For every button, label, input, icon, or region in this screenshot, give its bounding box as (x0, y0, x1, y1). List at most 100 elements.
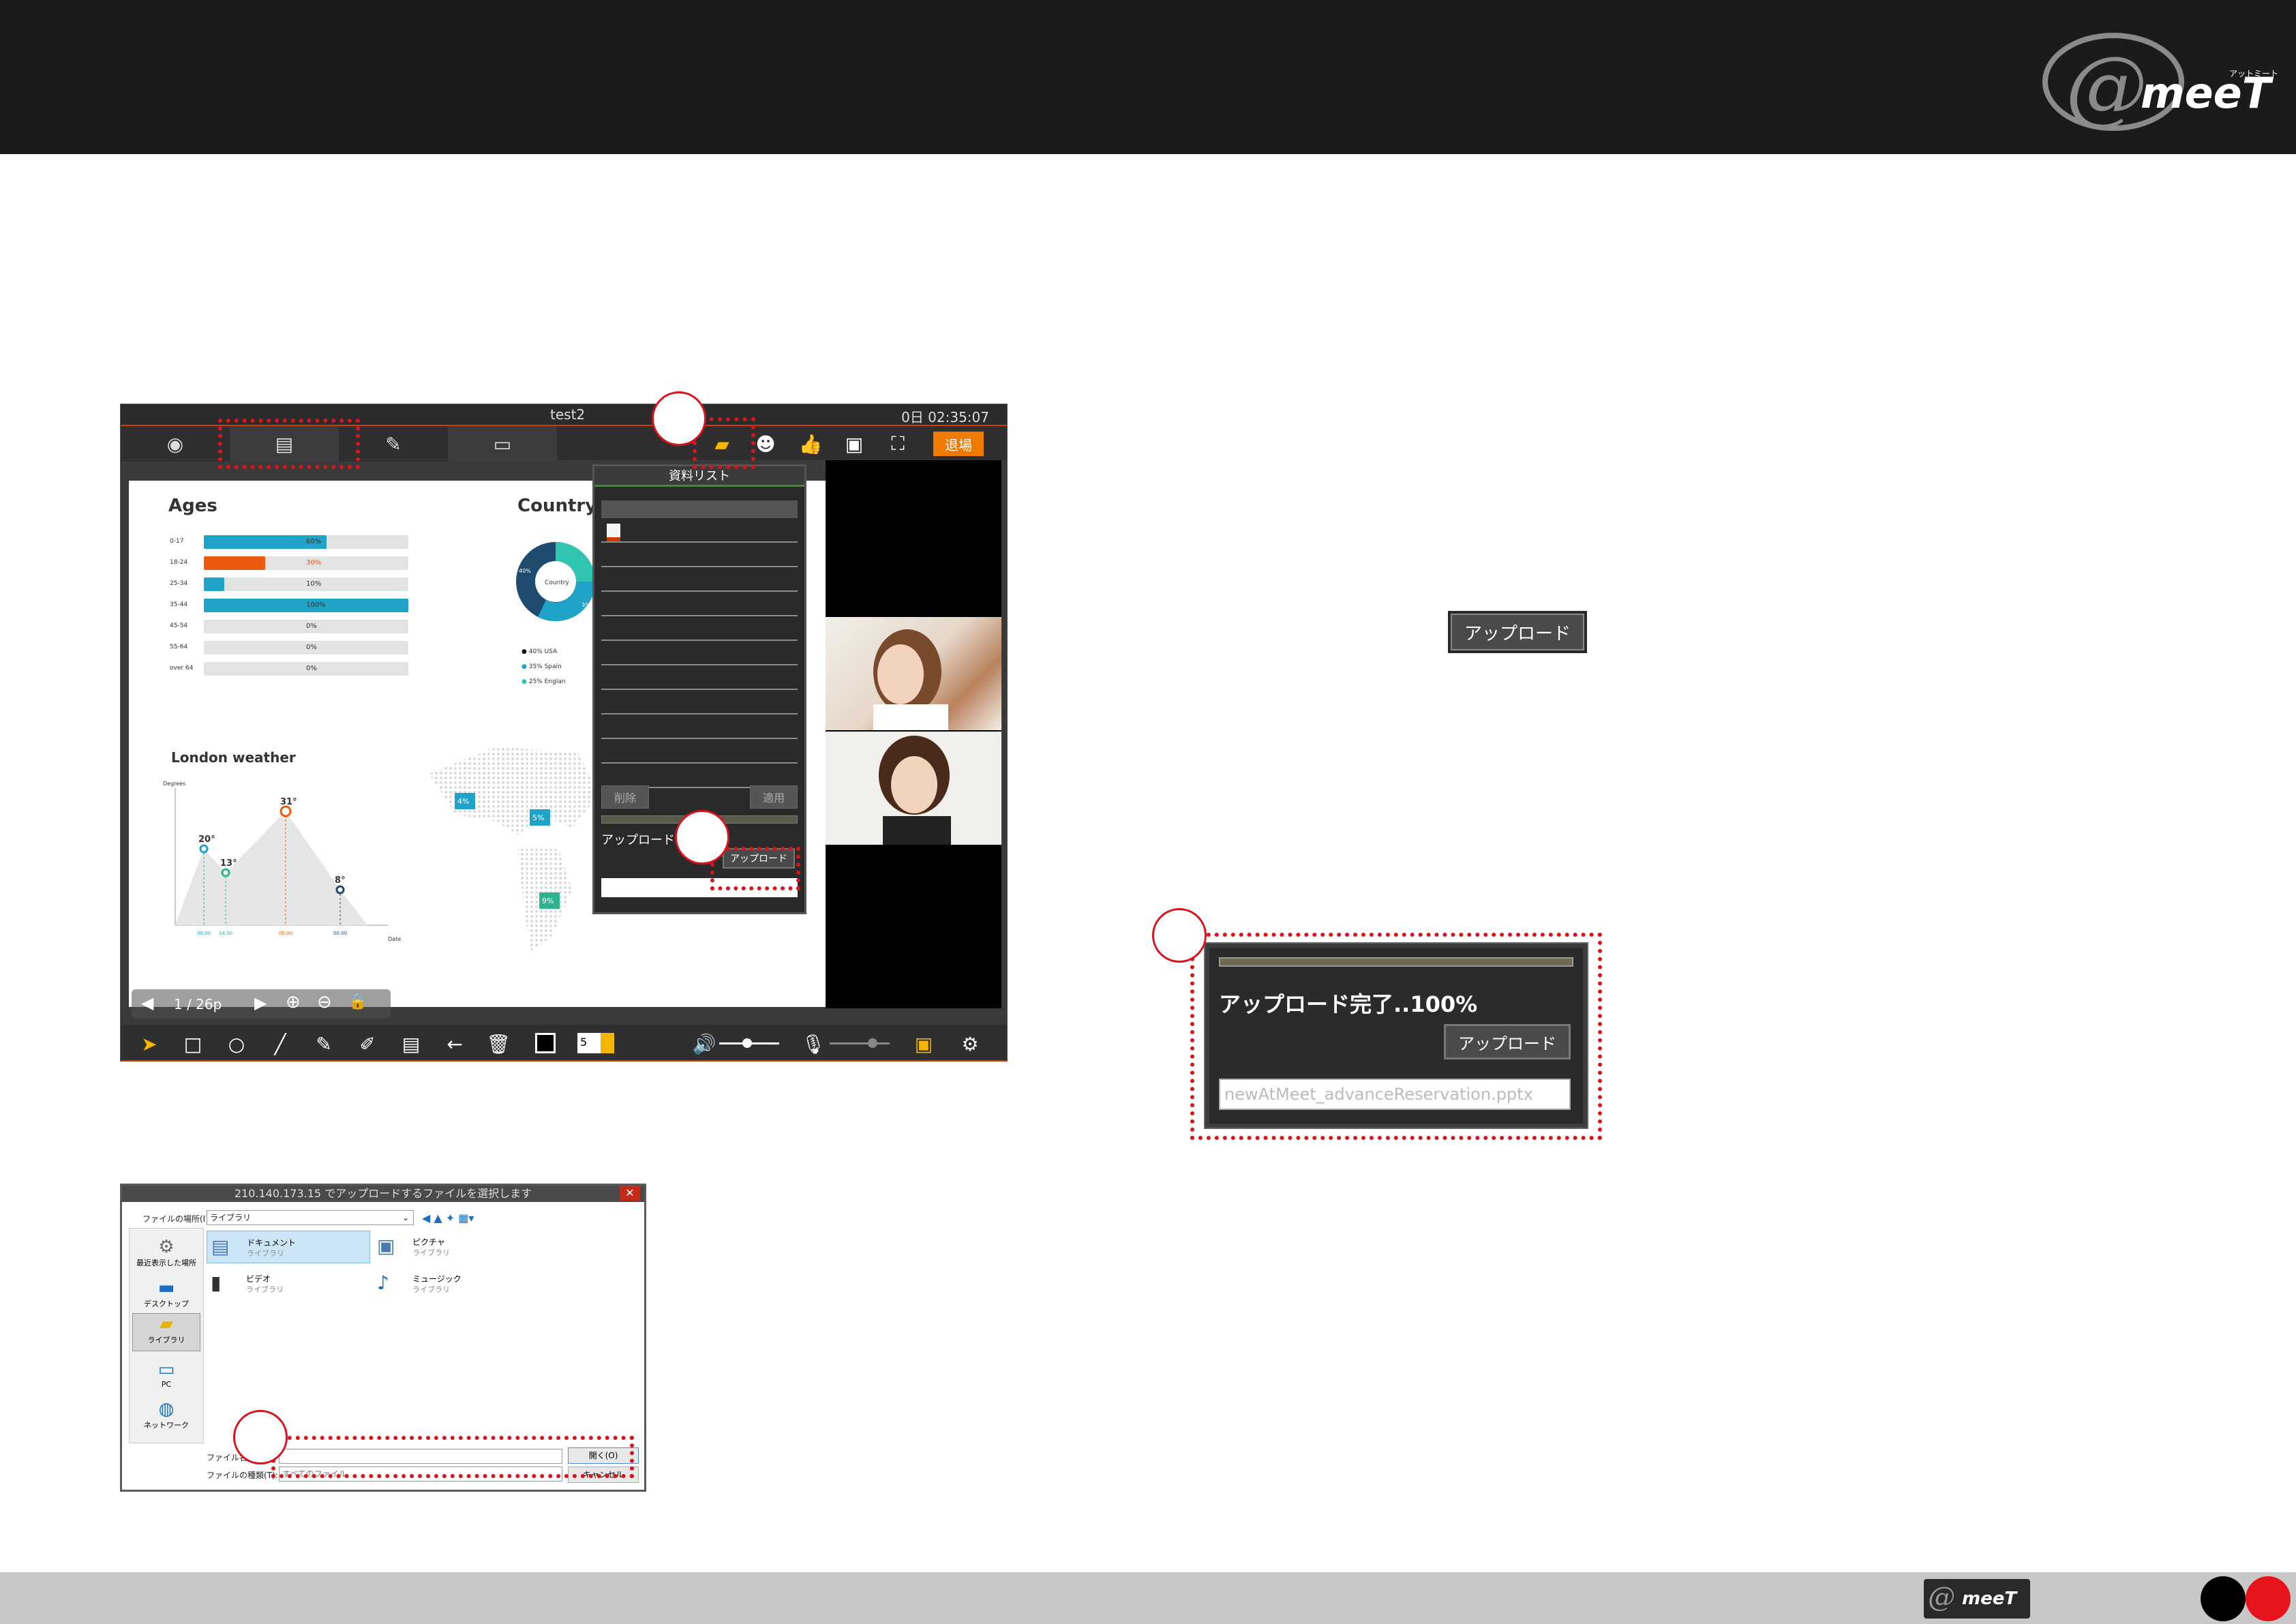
weather-point (280, 805, 292, 817)
document-row[interactable] (601, 618, 798, 641)
item-sub: ライブラリ (247, 1249, 284, 1258)
highlight-upload-complete (1190, 933, 1602, 1140)
age-bar-value: 0% (306, 665, 317, 672)
next-page-icon[interactable]: ▶ (254, 993, 267, 1012)
ages-title: Ages (168, 496, 217, 516)
place-label: デスクトップ (144, 1299, 189, 1308)
volume-slider-thumb[interactable] (742, 1038, 752, 1048)
font-size-field[interactable]: 5 (577, 1033, 601, 1053)
document-row[interactable] (601, 765, 798, 788)
highlighter-icon[interactable]: ✐ (355, 1032, 380, 1056)
step-marker (652, 391, 706, 446)
weather-point (221, 868, 230, 877)
thumbs-up-icon[interactable]: 👍 (797, 430, 824, 457)
document-row[interactable] (601, 691, 798, 715)
delete-button[interactable]: 削除 (601, 785, 649, 809)
pictures-icon: ▣ (377, 1235, 395, 1257)
note-icon[interactable]: ▤ (399, 1032, 423, 1056)
document-row[interactable] (601, 593, 798, 616)
color-picker[interactable] (535, 1033, 556, 1053)
tab-camera[interactable]: ◉ (121, 426, 230, 462)
pen-icon[interactable]: ✎ (312, 1032, 336, 1056)
exit-button[interactable]: 退場 (933, 432, 984, 456)
participants-icon[interactable]: ☻ (752, 430, 779, 457)
close-icon[interactable]: ✕ (620, 1186, 640, 1201)
meeting-title: test2 (550, 406, 586, 423)
country-donut: Country 40% 35% (516, 542, 592, 622)
apply-button[interactable]: 適用 (750, 785, 798, 809)
speaker-icon[interactable]: 🔊 (692, 1032, 716, 1056)
videos-icon: ▮ (211, 1272, 222, 1294)
document-row[interactable] (601, 740, 798, 764)
prev-page-icon[interactable]: ◀ (141, 993, 153, 1012)
lock-icon[interactable]: 🔒 (348, 993, 367, 1010)
age-bar-value: 10% (306, 580, 322, 588)
weather-temp-label: 8° (335, 875, 346, 886)
tab-screen-share[interactable]: ▭ (448, 426, 557, 462)
legend-item: ● 40% USA (522, 648, 558, 655)
london-weather-title: London weather (171, 749, 296, 766)
document-list-header (601, 500, 798, 518)
age-bar (204, 556, 265, 570)
meeting-timer: 0日 02:35:07 (901, 409, 989, 425)
list-item[interactable]: ▤ ドキュメント ライブラリ (207, 1231, 370, 1263)
weather-date-label: 00.00 (333, 931, 347, 936)
edit-icon: ✎ (385, 432, 402, 455)
page-indicator[interactable]: 1 / 26p (174, 996, 222, 1012)
profile-icon[interactable]: ▣ (911, 1032, 936, 1056)
list-item[interactable]: ♪ ミュージック ライブラリ (373, 1267, 537, 1300)
footer-bar: @ meeT (0, 1572, 2296, 1624)
nav-icons[interactable]: ◀ ▲ ✦ ▦▾ (422, 1212, 474, 1224)
mic-muted-icon[interactable]: 🎙 (801, 1032, 826, 1056)
age-label: 25-34 (170, 580, 188, 587)
place-pc[interactable]: ▭ PC (130, 1359, 203, 1389)
map-marker-label: 9% (542, 897, 554, 905)
mic-slider-thumb[interactable] (868, 1038, 877, 1048)
participant-photo (879, 736, 951, 845)
upload-button-example[interactable]: アップロード (1448, 611, 1587, 653)
pointer-icon[interactable]: ➤ (137, 1032, 162, 1056)
item-name: ビデオ (246, 1274, 271, 1284)
age-bar-value: 0% (306, 644, 317, 651)
document-row[interactable] (601, 716, 798, 739)
trash-icon[interactable]: 🗑 (486, 1032, 511, 1056)
weather-date-label: 24.00 (219, 931, 232, 936)
list-item[interactable]: ▣ ピクチャ ライブラリ (373, 1231, 537, 1263)
zoom-out-icon[interactable]: ⊖ (317, 992, 332, 1012)
place-libraries[interactable]: ▰ ライブラリ (132, 1313, 200, 1351)
settings-icon[interactable]: ⚙ (958, 1032, 982, 1056)
place-label: 最近表示した場所 (136, 1259, 196, 1267)
place-desktop[interactable]: ▬ デスクトップ (130, 1278, 203, 1309)
ppt-file-icon (607, 524, 620, 541)
document-row[interactable] (601, 544, 798, 567)
rectangle-icon[interactable]: □ (181, 1032, 205, 1056)
line-icon[interactable]: ╱ (268, 1032, 292, 1056)
step-marker (1152, 908, 1207, 963)
font-size-stepper[interactable] (601, 1033, 614, 1053)
mic-slider[interactable] (830, 1042, 890, 1044)
zoom-in-icon[interactable]: ⊕ (286, 992, 301, 1012)
document-row[interactable] (601, 667, 798, 690)
legend-text: 35% Spain (528, 663, 562, 670)
place-network[interactable]: ◍ ネットワーク (130, 1399, 203, 1430)
fullscreen-icon[interactable]: ⛶ (884, 430, 911, 457)
item-name: ドキュメント (247, 1238, 297, 1248)
place-recent[interactable]: ⚙ 最近表示した場所 (130, 1237, 203, 1268)
library-icon: ▰ (160, 1314, 173, 1334)
map-marker-label: 4% (457, 797, 469, 806)
document-row[interactable] (601, 642, 798, 665)
age-label: 45-54 (170, 622, 188, 629)
age-bar-value: 100% (306, 601, 326, 609)
step-marker (675, 810, 729, 864)
donut-label-2: 35% (581, 602, 592, 608)
undo-icon[interactable]: ← (442, 1032, 467, 1056)
chat-icon[interactable]: ▣ (841, 430, 868, 457)
world-map: 4% 5% 9% (429, 747, 599, 951)
document-row[interactable] (601, 520, 798, 543)
location-select[interactable]: ライブラリ ⌄ (207, 1210, 414, 1225)
list-item[interactable]: ▮ ビデオ ライブラリ (207, 1267, 370, 1300)
dialog-title-bar: 210.140.173.15 でアップロードするファイルを選択します (122, 1186, 644, 1202)
document-row[interactable] (601, 569, 798, 592)
circle-icon[interactable]: ○ (224, 1032, 249, 1056)
item-sub: ライブラリ (246, 1285, 284, 1294)
